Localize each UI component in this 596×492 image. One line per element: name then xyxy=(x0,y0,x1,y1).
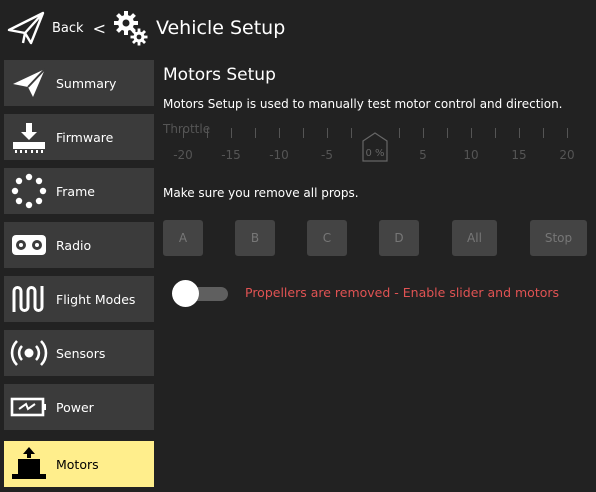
sidebar-item-sensors[interactable]: Sensors xyxy=(4,330,154,376)
sidebar-item-label: Power xyxy=(56,399,94,415)
motors-title: Motors Setup xyxy=(163,65,276,85)
sidebar-item-label: Motors xyxy=(56,456,99,472)
paper-plane-icon xyxy=(6,10,46,46)
back-button[interactable]: Back < Vehicle Setup xyxy=(6,8,285,48)
slider-tick xyxy=(471,128,472,138)
slider-tick-label: -15 xyxy=(221,148,241,162)
slider-tick xyxy=(207,128,208,138)
slider-tick xyxy=(447,128,448,138)
slider-tick-label: -5 xyxy=(321,148,333,162)
throttle-slider[interactable]: -20 -15 -10 -5 5 10 15 20 0 % xyxy=(163,128,593,168)
sidebar-item-power[interactable]: Power xyxy=(4,384,154,430)
paper-plane-icon xyxy=(8,60,50,106)
sidebar-item-firmware[interactable]: Firmware xyxy=(4,114,154,160)
radio-icon xyxy=(8,222,50,268)
slider-tick-label: 10 xyxy=(463,148,479,162)
slider-tick xyxy=(399,128,400,138)
slider-tick xyxy=(183,128,184,138)
slider-tick xyxy=(519,128,520,138)
motor-d-button[interactable]: D xyxy=(379,220,419,256)
sidebar-item-label: Summary xyxy=(56,75,117,91)
power-battery-icon xyxy=(8,384,50,430)
sensors-icon xyxy=(8,330,50,376)
sidebar-item-label: Frame xyxy=(56,183,95,199)
toggle-knob xyxy=(172,280,199,307)
slider-tick xyxy=(543,128,544,138)
slider-tick xyxy=(423,128,424,138)
breadcrumb-separator: < xyxy=(92,18,106,38)
slider-tick xyxy=(567,128,568,138)
frame-dots-icon xyxy=(8,168,50,214)
back-label: Back xyxy=(52,20,84,36)
motor-all-button[interactable]: All xyxy=(452,220,497,256)
slider-tick xyxy=(303,128,304,138)
sidebar-item-motors[interactable]: Motors xyxy=(4,441,154,487)
motor-a-button[interactable]: A xyxy=(163,220,203,256)
slider-tick xyxy=(279,128,280,138)
motors-description: Motors Setup is used to manually test mo… xyxy=(163,97,563,111)
slider-tick xyxy=(351,128,352,138)
page-title: Vehicle Setup xyxy=(155,17,286,39)
motor-stop-button[interactable]: Stop xyxy=(530,220,587,256)
motor-c-button[interactable]: C xyxy=(307,220,347,256)
propellers-removed-toggle[interactable] xyxy=(172,279,228,307)
slider-tick-label: -20 xyxy=(173,148,193,162)
slider-tick-label: 20 xyxy=(559,148,575,162)
sidebar-item-label: Firmware xyxy=(56,129,114,145)
motors-icon xyxy=(8,441,50,487)
slider-tick xyxy=(255,128,256,138)
sidebar-item-summary[interactable]: Summary xyxy=(4,60,154,106)
slider-tick-label: 5 xyxy=(419,148,427,162)
sidebar-item-frame[interactable]: Frame xyxy=(4,168,154,214)
slider-tick xyxy=(495,128,496,138)
gears-icon xyxy=(112,9,150,47)
sidebar-item-label: Sensors xyxy=(56,345,106,361)
sidebar-item-flight-modes[interactable]: Flight Modes xyxy=(4,276,154,322)
slider-tick-label: 15 xyxy=(511,148,527,162)
slider-value: 0 % xyxy=(365,148,385,159)
flight-modes-icon xyxy=(8,276,50,322)
header: Back < Vehicle Setup xyxy=(0,0,596,56)
slider-tick-label: -10 xyxy=(269,148,289,162)
sidebar-item-label: Flight Modes xyxy=(56,291,136,307)
props-warning: Make sure you remove all props. xyxy=(163,186,359,200)
sidebar-item-radio[interactable]: Radio xyxy=(4,222,154,268)
motor-b-button[interactable]: B xyxy=(235,220,275,256)
slider-handle[interactable]: 0 % xyxy=(362,132,388,162)
slider-tick xyxy=(231,128,232,138)
sidebar-item-label: Radio xyxy=(56,237,92,253)
firmware-download-icon xyxy=(8,114,50,160)
slider-tick xyxy=(327,128,328,138)
propellers-status-text: Propellers are removed - Enable slider a… xyxy=(245,285,560,300)
